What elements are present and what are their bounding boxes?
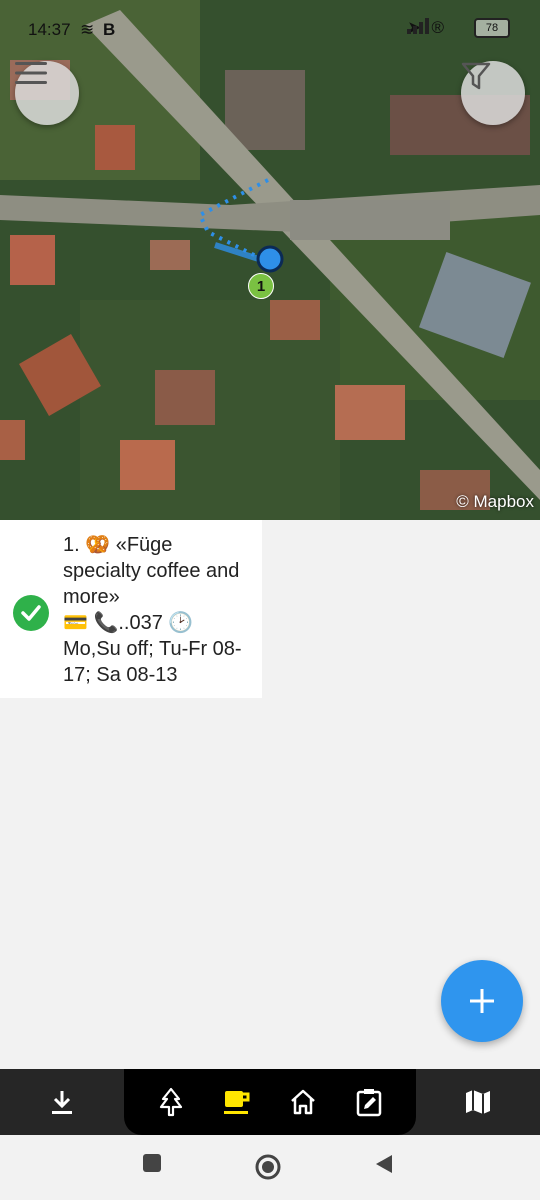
status-right-icons: ➤ ® 78 bbox=[407, 18, 510, 38]
stack-icon: ≋ bbox=[80, 20, 95, 39]
home-category-button[interactable] bbox=[283, 1082, 323, 1122]
check-icon bbox=[13, 595, 49, 631]
b-icon: B bbox=[102, 20, 116, 39]
menu-button[interactable] bbox=[15, 61, 79, 125]
bottom-toolbar bbox=[0, 1069, 540, 1135]
poi-title: 1. 🥨 «Füge specialty coffee and more» bbox=[63, 534, 240, 608]
hamburger-icon bbox=[15, 62, 47, 84]
battery-level: 78 bbox=[485, 22, 499, 34]
poi-list-item[interactable]: 1. 🥨 «Füge specialty coffee and more» 💳 … bbox=[0, 520, 262, 698]
nature-category-button[interactable] bbox=[151, 1082, 191, 1122]
notes-category-button[interactable] bbox=[349, 1082, 389, 1122]
download-icon bbox=[52, 1091, 72, 1114]
back-button[interactable] bbox=[374, 1153, 394, 1175]
recents-button[interactable] bbox=[142, 1153, 162, 1173]
map-attribution[interactable]: © Mapbox bbox=[456, 492, 534, 512]
poi-details: 💳 📞..037 🕑 Mo,Su off; Tu-Fr 08-17; Sa 08… bbox=[63, 612, 242, 686]
home-icon bbox=[291, 1089, 315, 1115]
filter-icon bbox=[461, 62, 491, 90]
circle-icon bbox=[255, 1154, 281, 1180]
system-nav-bar bbox=[0, 1135, 540, 1200]
registered-icon: ® bbox=[431, 18, 444, 37]
add-button[interactable] bbox=[441, 960, 523, 1042]
back-triangle-icon bbox=[376, 1155, 392, 1173]
plus-icon bbox=[470, 989, 494, 1013]
coffee-cup-icon bbox=[224, 1091, 250, 1114]
cafe-category-button[interactable] bbox=[217, 1082, 257, 1122]
square-icon bbox=[143, 1154, 161, 1172]
map-icon bbox=[466, 1090, 490, 1114]
poi-description: 1. 🥨 «Füge specialty coffee and more» 💳 … bbox=[63, 532, 253, 688]
status-time: 14:37 bbox=[28, 20, 71, 39]
poi-marker[interactable]: 1 bbox=[248, 273, 274, 299]
map-layers-button[interactable] bbox=[458, 1082, 498, 1122]
home-nav-button[interactable] bbox=[254, 1153, 282, 1181]
download-button[interactable] bbox=[42, 1082, 82, 1122]
battery-icon: 78 bbox=[474, 18, 510, 38]
satellite-imagery bbox=[0, 0, 540, 520]
filter-button[interactable] bbox=[461, 61, 525, 125]
poi-marker-label: 1 bbox=[256, 277, 266, 295]
status-left-icons: ≋ B bbox=[80, 20, 115, 40]
status-bar: 14:37 ≋ B ➤ ® bbox=[0, 0, 540, 60]
clipboard-edit-icon bbox=[356, 1089, 382, 1117]
map-view[interactable]: 1 14:37 ≋ B ➤ ® bbox=[0, 0, 540, 520]
tree-icon bbox=[159, 1087, 183, 1117]
